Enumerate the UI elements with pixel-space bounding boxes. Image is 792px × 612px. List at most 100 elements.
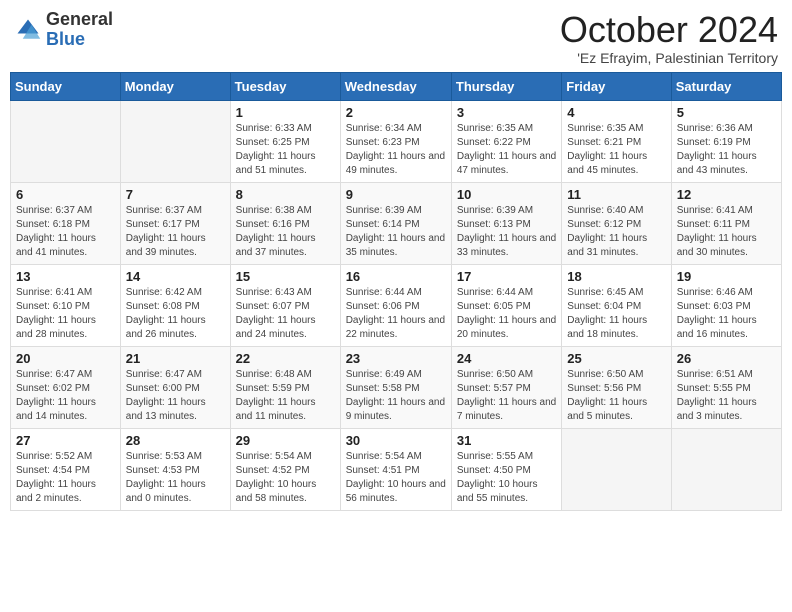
calendar-week-5: 27 Sunrise: 5:52 AM Sunset: 4:54 PM Dayli… <box>11 428 782 510</box>
day-info: Sunrise: 5:52 AM Sunset: 4:54 PM Dayligh… <box>16 450 115 506</box>
day-number: 9 <box>346 187 446 202</box>
calendar-week-3: 13Sunrise: 6:41 AM Sunset: 6:10 PM Dayli… <box>11 264 782 346</box>
day-info: Sunrise: 6:34 AM Sunset: 6:23 PM Dayligh… <box>346 122 446 178</box>
day-info: Sunrise: 6:50 AM Sunset: 5:56 PM Dayligh… <box>567 368 665 424</box>
calendar-cell: 2 Sunrise: 6:34 AM Sunset: 6:23 PM Daylig… <box>340 100 451 182</box>
day-info: Sunrise: 6:49 AM Sunset: 5:58 PM Dayligh… <box>346 368 446 424</box>
location-subtitle: 'Ez Efrayim, Palestinian Territory <box>560 50 778 66</box>
day-number: 17 <box>457 269 556 284</box>
calendar-cell: 29Sunrise: 5:54 AM Sunset: 4:52 PM Dayli… <box>230 428 340 510</box>
calendar-cell <box>120 100 230 182</box>
day-info: Sunrise: 6:35 AM Sunset: 6:21 PM Dayligh… <box>567 122 665 178</box>
calendar-cell: 30 Sunrise: 5:54 AM Sunset: 4:51 PM Dayli… <box>340 428 451 510</box>
day-info: Sunrise: 6:39 AM Sunset: 6:13 PM Dayligh… <box>457 204 556 260</box>
day-number: 10 <box>457 187 556 202</box>
day-number: 12 <box>677 187 776 202</box>
calendar-cell: 25 Sunrise: 6:50 AM Sunset: 5:56 PM Dayli… <box>562 346 671 428</box>
calendar-cell: 5 Sunrise: 6:36 AM Sunset: 6:19 PM Daylig… <box>671 100 781 182</box>
day-info: Sunrise: 5:54 AM Sunset: 4:52 PM Dayligh… <box>236 450 335 506</box>
day-number: 27 <box>16 433 115 448</box>
calendar-cell: 12Sunrise: 6:41 AM Sunset: 6:11 PM Dayli… <box>671 182 781 264</box>
day-number: 8 <box>236 187 335 202</box>
day-info: Sunrise: 6:36 AM Sunset: 6:19 PM Dayligh… <box>677 122 776 178</box>
calendar-cell: 7 Sunrise: 6:37 AM Sunset: 6:17 PM Daylig… <box>120 182 230 264</box>
calendar-cell: 9Sunrise: 6:39 AM Sunset: 6:14 PM Daylig… <box>340 182 451 264</box>
logo-text: General Blue <box>46 10 113 50</box>
day-info: Sunrise: 6:46 AM Sunset: 6:03 PM Dayligh… <box>677 286 776 342</box>
day-info: Sunrise: 6:35 AM Sunset: 6:22 PM Dayligh… <box>457 122 556 178</box>
calendar-cell: 4 Sunrise: 6:35 AM Sunset: 6:21 PM Daylig… <box>562 100 671 182</box>
day-info: Sunrise: 6:37 AM Sunset: 6:18 PM Dayligh… <box>16 204 115 260</box>
day-number: 31 <box>457 433 556 448</box>
calendar-cell: 15 Sunrise: 6:43 AM Sunset: 6:07 PM Dayli… <box>230 264 340 346</box>
day-number: 11 <box>567 187 665 202</box>
day-header-thursday: Thursday <box>451 72 561 100</box>
day-number: 14 <box>126 269 225 284</box>
calendar-week-1: 1 Sunrise: 6:33 AM Sunset: 6:25 PM Daylig… <box>11 100 782 182</box>
day-info: Sunrise: 6:44 AM Sunset: 6:05 PM Dayligh… <box>457 286 556 342</box>
logo-general: General <box>46 9 113 29</box>
day-info: Sunrise: 6:47 AM Sunset: 6:02 PM Dayligh… <box>16 368 115 424</box>
day-info: Sunrise: 6:33 AM Sunset: 6:25 PM Dayligh… <box>236 122 335 178</box>
day-header-monday: Monday <box>120 72 230 100</box>
day-number: 23 <box>346 351 446 366</box>
day-number: 16 <box>346 269 446 284</box>
calendar-cell: 22Sunrise: 6:48 AM Sunset: 5:59 PM Dayli… <box>230 346 340 428</box>
calendar-header-row: SundayMondayTuesdayWednesdayThursdayFrid… <box>11 72 782 100</box>
day-number: 25 <box>567 351 665 366</box>
day-number: 6 <box>16 187 115 202</box>
day-info: Sunrise: 5:53 AM Sunset: 4:53 PM Dayligh… <box>126 450 225 506</box>
calendar-table: SundayMondayTuesdayWednesdayThursdayFrid… <box>10 72 782 511</box>
day-info: Sunrise: 6:41 AM Sunset: 6:10 PM Dayligh… <box>16 286 115 342</box>
day-info: Sunrise: 6:42 AM Sunset: 6:08 PM Dayligh… <box>126 286 225 342</box>
day-info: Sunrise: 6:50 AM Sunset: 5:57 PM Dayligh… <box>457 368 556 424</box>
day-number: 1 <box>236 105 335 120</box>
day-info: Sunrise: 6:45 AM Sunset: 6:04 PM Dayligh… <box>567 286 665 342</box>
day-number: 22 <box>236 351 335 366</box>
day-header-tuesday: Tuesday <box>230 72 340 100</box>
calendar-cell: 20 Sunrise: 6:47 AM Sunset: 6:02 PM Dayli… <box>11 346 121 428</box>
day-number: 20 <box>16 351 115 366</box>
calendar-cell: 21Sunrise: 6:47 AM Sunset: 6:00 PM Dayli… <box>120 346 230 428</box>
day-info: Sunrise: 5:54 AM Sunset: 4:51 PM Dayligh… <box>346 450 446 506</box>
day-info: Sunrise: 6:51 AM Sunset: 5:55 PM Dayligh… <box>677 368 776 424</box>
day-number: 5 <box>677 105 776 120</box>
calendar-cell: 1 Sunrise: 6:33 AM Sunset: 6:25 PM Daylig… <box>230 100 340 182</box>
day-header-wednesday: Wednesday <box>340 72 451 100</box>
day-info: Sunrise: 6:40 AM Sunset: 6:12 PM Dayligh… <box>567 204 665 260</box>
day-info: Sunrise: 6:43 AM Sunset: 6:07 PM Dayligh… <box>236 286 335 342</box>
day-number: 24 <box>457 351 556 366</box>
calendar-cell: 27 Sunrise: 5:52 AM Sunset: 4:54 PM Dayli… <box>11 428 121 510</box>
day-info: Sunrise: 6:47 AM Sunset: 6:00 PM Dayligh… <box>126 368 225 424</box>
logo-blue: Blue <box>46 29 85 49</box>
calendar-cell: 19Sunrise: 6:46 AM Sunset: 6:03 PM Dayli… <box>671 264 781 346</box>
day-number: 4 <box>567 105 665 120</box>
day-number: 28 <box>126 433 225 448</box>
calendar-cell: 24 Sunrise: 6:50 AM Sunset: 5:57 PM Dayli… <box>451 346 561 428</box>
day-header-sunday: Sunday <box>11 72 121 100</box>
calendar-cell: 23 Sunrise: 6:49 AM Sunset: 5:58 PM Dayli… <box>340 346 451 428</box>
calendar-week-2: 6 Sunrise: 6:37 AM Sunset: 6:18 PM Daylig… <box>11 182 782 264</box>
calendar-cell: 28 Sunrise: 5:53 AM Sunset: 4:53 PM Dayli… <box>120 428 230 510</box>
calendar-cell: 31Sunrise: 5:55 AM Sunset: 4:50 PM Dayli… <box>451 428 561 510</box>
day-number: 26 <box>677 351 776 366</box>
calendar-cell: 3 Sunrise: 6:35 AM Sunset: 6:22 PM Daylig… <box>451 100 561 182</box>
calendar-cell: 18Sunrise: 6:45 AM Sunset: 6:04 PM Dayli… <box>562 264 671 346</box>
day-number: 7 <box>126 187 225 202</box>
calendar-cell <box>562 428 671 510</box>
day-number: 30 <box>346 433 446 448</box>
day-header-saturday: Saturday <box>671 72 781 100</box>
calendar-cell <box>11 100 121 182</box>
calendar-cell: 26 Sunrise: 6:51 AM Sunset: 5:55 PM Dayli… <box>671 346 781 428</box>
day-info: Sunrise: 6:37 AM Sunset: 6:17 PM Dayligh… <box>126 204 225 260</box>
day-info: Sunrise: 6:44 AM Sunset: 6:06 PM Dayligh… <box>346 286 446 342</box>
calendar-cell: 16 Sunrise: 6:44 AM Sunset: 6:06 PM Dayli… <box>340 264 451 346</box>
page-header: General Blue October 2024 'Ez Efrayim, P… <box>10 10 782 66</box>
day-number: 3 <box>457 105 556 120</box>
calendar-cell: 14 Sunrise: 6:42 AM Sunset: 6:08 PM Dayli… <box>120 264 230 346</box>
day-number: 2 <box>346 105 446 120</box>
calendar-week-4: 20 Sunrise: 6:47 AM Sunset: 6:02 PM Dayli… <box>11 346 782 428</box>
calendar-cell: 10 Sunrise: 6:39 AM Sunset: 6:13 PM Dayli… <box>451 182 561 264</box>
calendar-cell: 13Sunrise: 6:41 AM Sunset: 6:10 PM Dayli… <box>11 264 121 346</box>
day-number: 15 <box>236 269 335 284</box>
